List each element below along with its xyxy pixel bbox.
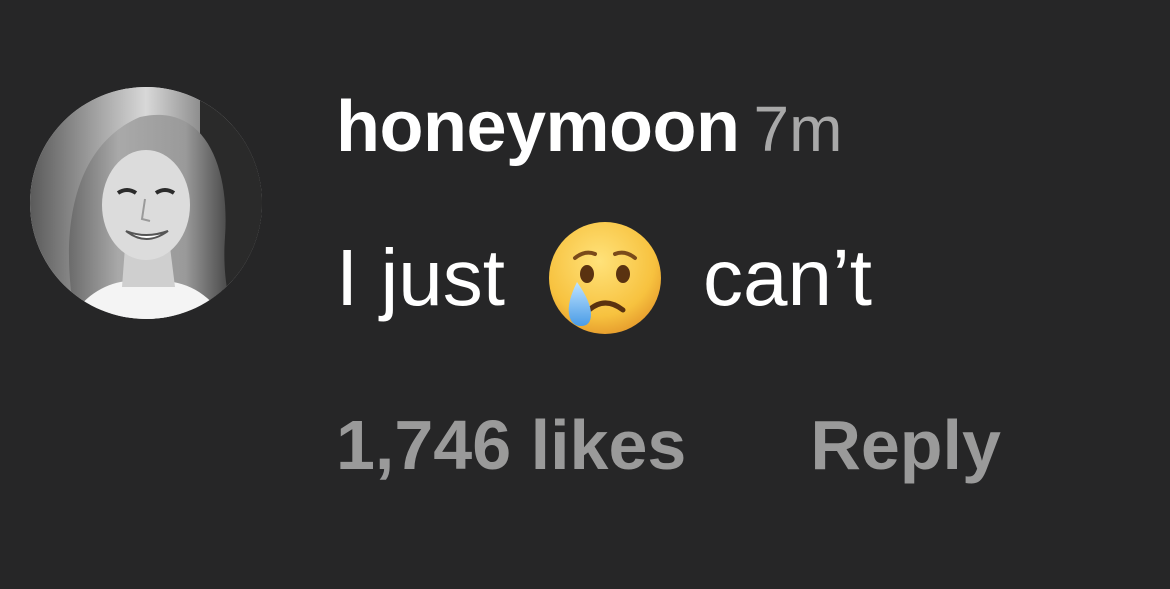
reply-button[interactable]: Reply xyxy=(810,406,1001,484)
comment-text: I just can’t xyxy=(336,218,872,338)
likes-count[interactable]: 1,746 likes xyxy=(336,406,686,484)
comment-header: honeymoon 7m xyxy=(336,82,842,172)
avatar-photo xyxy=(30,87,262,319)
username[interactable]: honeymoon xyxy=(336,87,740,167)
crying-face-icon xyxy=(545,218,665,338)
avatar[interactable] xyxy=(30,87,262,319)
comment-footer: 1,746 likes Reply xyxy=(336,400,1001,490)
comment-text-after: can’t xyxy=(702,233,872,322)
comment-text-before: I just xyxy=(336,233,505,322)
comment-item: honeymoon 7m I just can’t 1,746 likes Re… xyxy=(0,0,1170,589)
timestamp: 7m xyxy=(753,93,843,165)
